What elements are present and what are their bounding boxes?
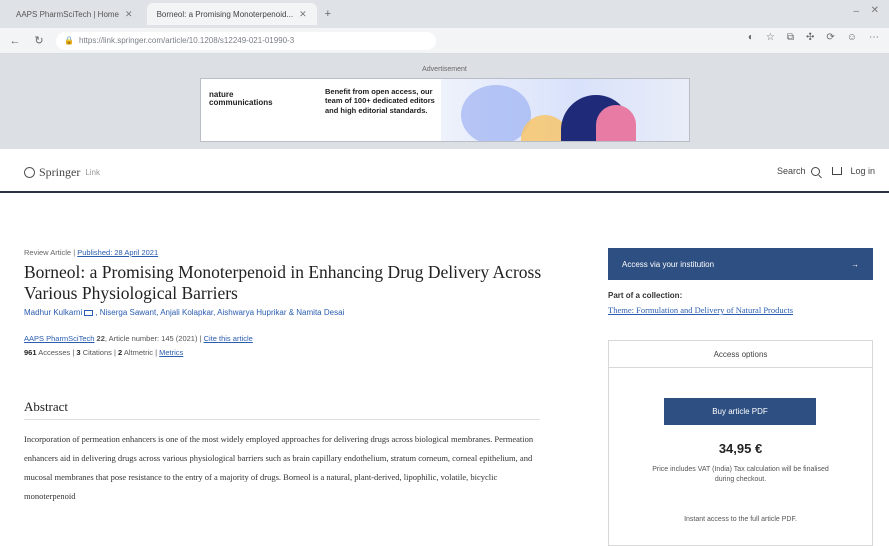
author-list: Madhur Kulkarni, Niserga Sawant, Anjali … xyxy=(24,308,345,317)
arrow-right-icon: → xyxy=(851,259,859,269)
minimize-icon[interactable]: – xyxy=(853,6,859,17)
abstract-text: Incorporation of permeation enhancers is… xyxy=(24,434,534,501)
read-aloud-icon[interactable]: ◐ xyxy=(748,32,754,43)
metrics-info: 961 Accesses | 3 Citations | 2 Altmetric… xyxy=(24,348,184,357)
author-link[interactable]: Madhur Kulkarni xyxy=(24,308,82,317)
sync-icon[interactable]: ⟳ xyxy=(826,32,834,43)
metrics-link[interactable]: Metrics xyxy=(159,348,183,357)
author-link[interactable]: Anjali Kolapkar xyxy=(160,308,213,317)
url-field[interactable]: 🔒 https://link.springer.com/article/10.1… xyxy=(56,31,436,50)
browser-toolbar: ◐ ☆ ⧉ ✣ ⟳ ☺ ⋯ xyxy=(748,32,879,43)
favorite-icon[interactable]: ☆ xyxy=(766,32,775,43)
article-meta: Review Article | Published: 28 April 202… xyxy=(24,248,159,257)
extensions-icon[interactable]: ✣ xyxy=(806,32,814,43)
springerlink-logo[interactable]: Springer Link xyxy=(24,165,100,180)
close-window-icon[interactable]: ✕ xyxy=(871,5,879,16)
author-link[interactable]: Niserga Sawant xyxy=(100,308,156,317)
profile-icon[interactable]: ☺ xyxy=(847,32,857,43)
email-icon[interactable] xyxy=(84,310,94,316)
ad-artwork xyxy=(441,79,689,141)
ad-banner[interactable]: nature communications Benefit from open … xyxy=(200,78,690,142)
ad-label: Advertisement xyxy=(422,66,467,73)
price: 34,95 € xyxy=(718,441,763,456)
search-icon[interactable] xyxy=(811,166,821,176)
springer-horse-icon xyxy=(24,167,35,178)
volume: 22 xyxy=(96,334,105,343)
close-tab-icon[interactable]: ✕ xyxy=(125,9,133,20)
published-date[interactable]: Published: 28 April 2021 xyxy=(77,248,158,257)
close-tab-icon[interactable]: ✕ xyxy=(299,9,307,20)
nature-communications-logo: nature communications xyxy=(209,90,273,108)
browser-tab[interactable]: AAPS PharmSciTech | Home ✕ xyxy=(6,3,143,25)
collections-icon[interactable]: ⧉ xyxy=(787,32,794,43)
login-link[interactable]: Log in xyxy=(850,166,875,176)
instant-access-note: Instant access to the full article PDF. xyxy=(684,516,797,523)
access-options-box: Access options Buy article PDF 34,95 € P… xyxy=(608,340,873,546)
header-actions: Search Log in xyxy=(777,166,875,176)
cite-article-link[interactable]: Cite this article xyxy=(204,334,253,343)
access-options-heading: Access options xyxy=(609,341,872,368)
new-tab-button[interactable]: + xyxy=(325,8,331,20)
search-link[interactable]: Search xyxy=(777,166,806,176)
article-title: Borneol: a Promising Monoterpenoid in En… xyxy=(24,262,542,303)
journal-link[interactable]: AAPS PharmSciTech xyxy=(24,334,94,343)
tab-label: Borneol: a Promising Monoterpenoid... xyxy=(156,9,294,19)
collection-label: Part of a collection: xyxy=(608,291,683,300)
tab-label: AAPS PharmSciTech | Home xyxy=(16,9,120,19)
article-type: Review Article xyxy=(24,248,72,257)
browser-tab-active[interactable]: Borneol: a Promising Monoterpenoid... ✕ xyxy=(146,3,317,25)
collection-link[interactable]: Theme: Formulation and Delivery of Natur… xyxy=(608,305,808,316)
ad-text: Benefit from open access, our team of 10… xyxy=(325,87,435,115)
advertisement-area: Advertisement nature communications Bene… xyxy=(0,54,889,149)
more-icon[interactable]: ⋯ xyxy=(869,32,879,43)
browser-tab-bar: AAPS PharmSciTech | Home ✕ Borneol: a Pr… xyxy=(0,0,889,28)
site-header: Springer Link Search Log in xyxy=(0,149,889,193)
author-link[interactable]: Namita Desai xyxy=(296,308,344,317)
back-icon[interactable]: ← xyxy=(8,35,22,47)
author-link[interactable]: Aishwarya Huprikar xyxy=(217,308,286,317)
url-text: https://link.springer.com/article/10.120… xyxy=(78,36,295,45)
divider xyxy=(24,419,540,420)
cart-icon[interactable] xyxy=(832,167,843,175)
buy-pdf-button[interactable]: Buy article PDF xyxy=(664,398,816,425)
abstract-heading: Abstract xyxy=(24,399,69,414)
reload-icon[interactable]: ↻ xyxy=(32,34,46,47)
article-number: Article number: 145 (2021) xyxy=(108,334,198,343)
institution-access-button[interactable]: Access via your institution → xyxy=(608,248,873,280)
journal-info: AAPS PharmSciTech 22, Article number: 14… xyxy=(24,334,253,343)
lock-icon: 🔒 xyxy=(64,36,74,45)
tax-note: Price includes VAT (India) Tax calculati… xyxy=(652,466,829,483)
